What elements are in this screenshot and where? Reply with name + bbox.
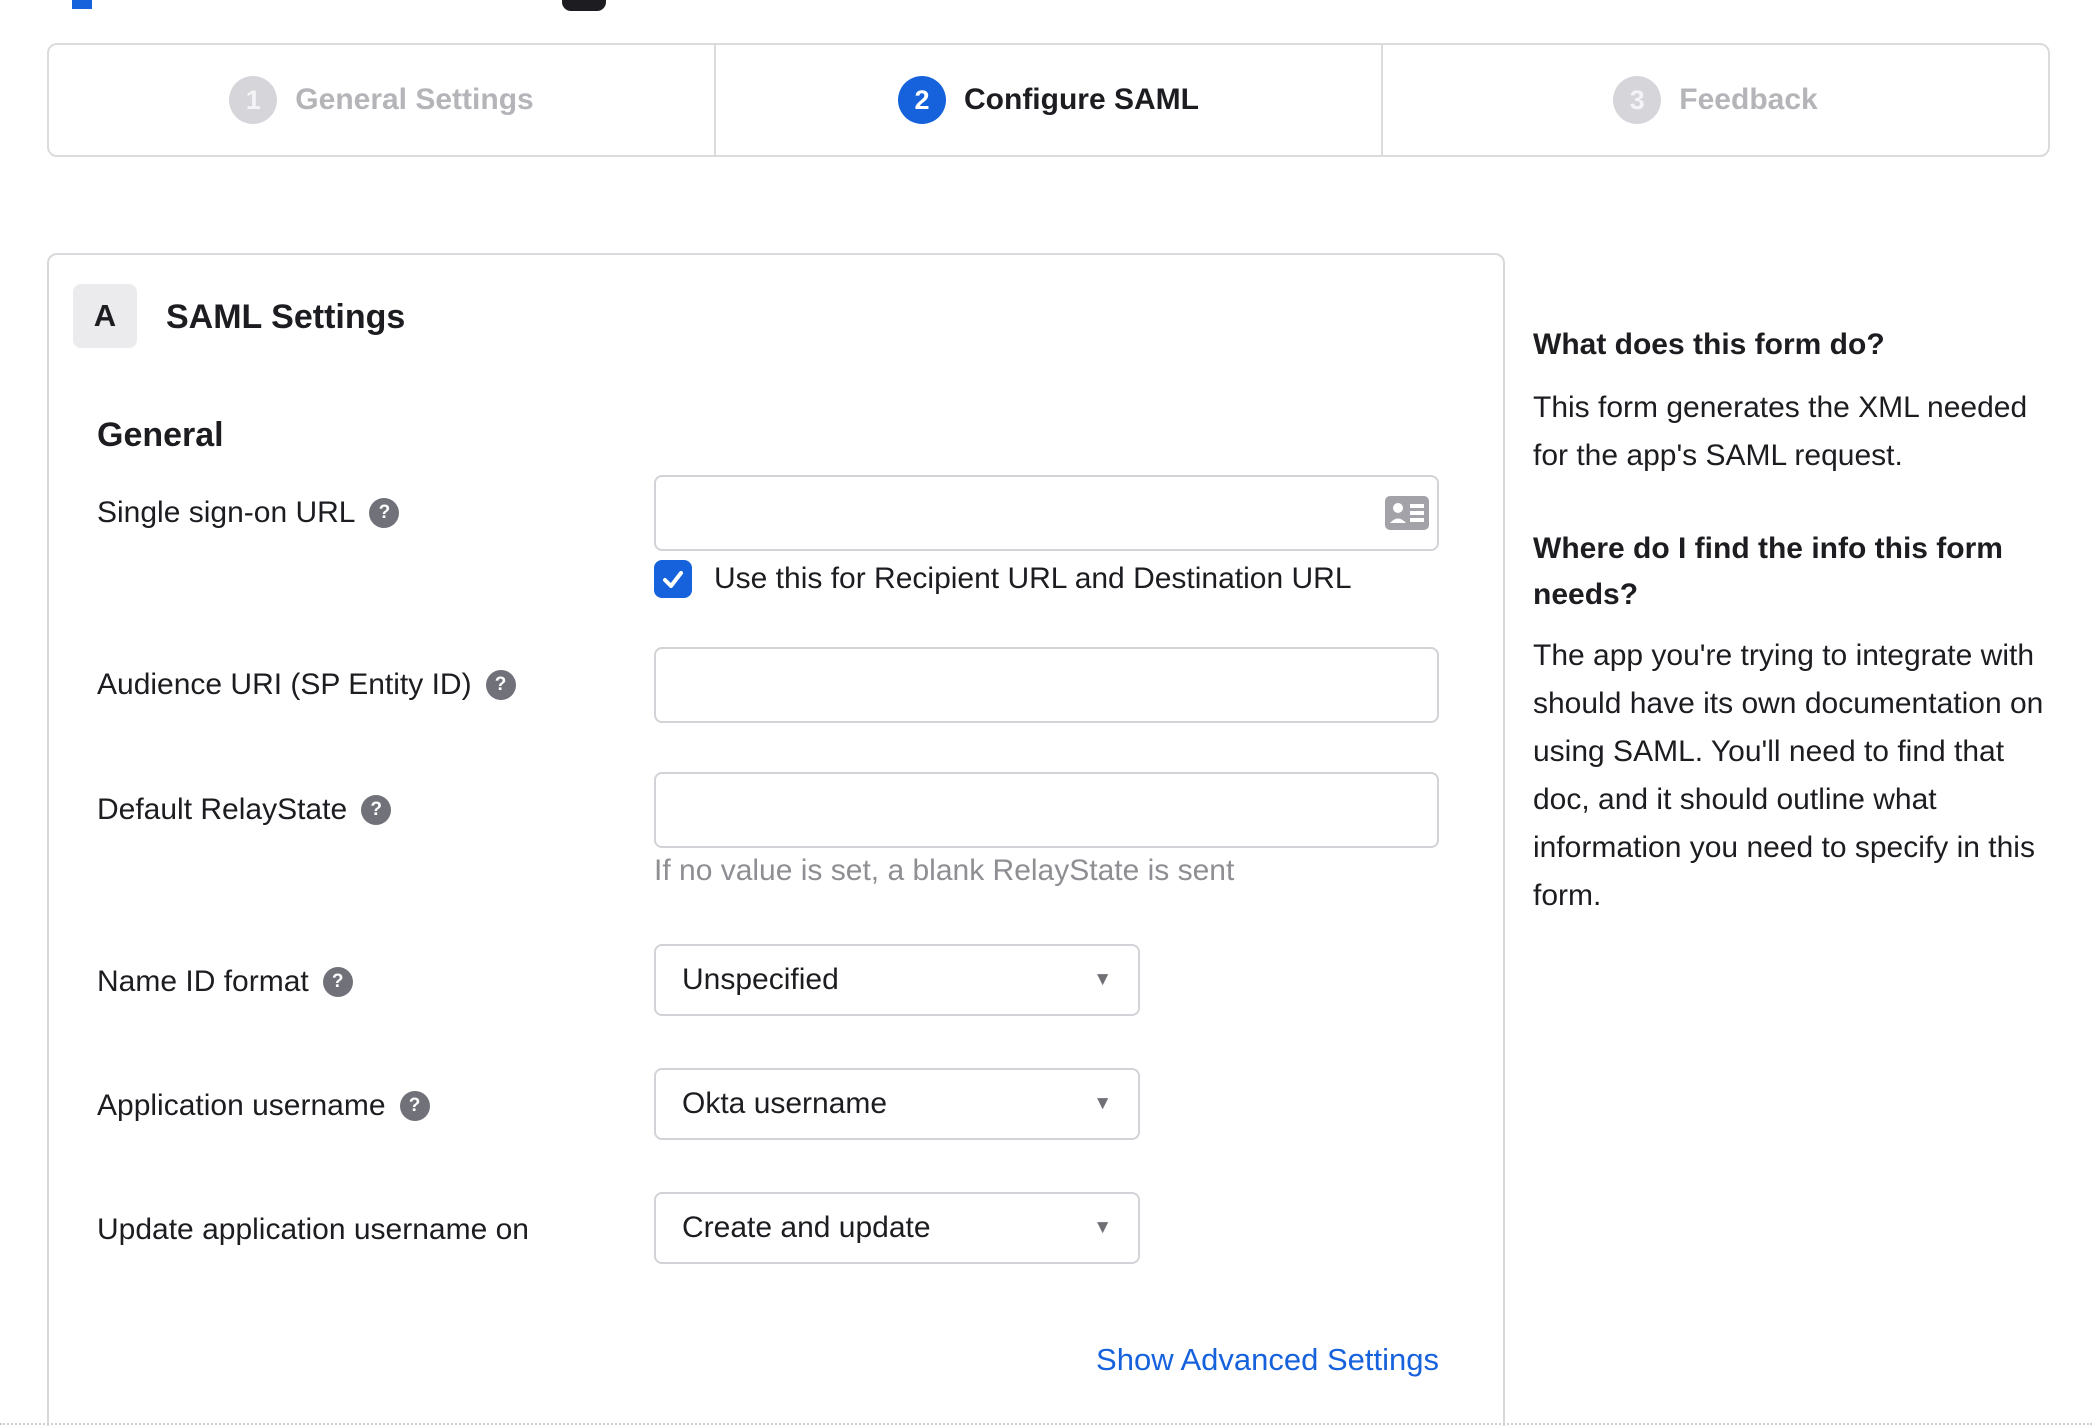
cutoff-logo-remnant	[562, 0, 606, 11]
relaystate-label: Default RelayState	[97, 793, 348, 826]
step-2-number-badge: 2	[898, 76, 946, 124]
section-title: SAML Settings	[166, 298, 406, 336]
caret-down-icon: ▼	[1093, 969, 1112, 990]
help-q1-title: What does this form do?	[1533, 328, 1885, 361]
relaystate-label-row: Default RelayState ?	[97, 792, 392, 828]
update-username-value: Create and update	[682, 1211, 931, 1244]
sso-url-input[interactable]	[654, 475, 1439, 551]
step-3-label: Feedback	[1679, 83, 1818, 116]
step-1-label: General Settings	[295, 83, 534, 116]
app-username-value: Okta username	[682, 1087, 888, 1120]
step-1-number-badge: 1	[229, 76, 278, 124]
section-a-badge: A	[73, 284, 137, 348]
audience-uri-help-icon[interactable]: ?	[485, 670, 516, 700]
audience-uri-input[interactable]	[654, 647, 1439, 723]
relaystate-help-icon[interactable]: ?	[361, 795, 392, 825]
app-username-label: Application username	[97, 1089, 386, 1122]
sso-url-label: Single sign-on URL	[97, 496, 356, 529]
relaystate-hint: If no value is set, a blank RelayState i…	[654, 854, 1235, 887]
audience-uri-label-row: Audience URI (SP Entity ID) ?	[97, 667, 516, 703]
help-sidebar: What does this form do? This form genera…	[1533, 322, 2047, 920]
wizard-stepper: 1 General Settings 2 Configure SAML 3 Fe…	[47, 43, 2050, 157]
step-configure-saml[interactable]: 2 Configure SAML	[714, 45, 1381, 155]
general-group-heading: General	[97, 416, 224, 454]
screenshot-edge-dotted-line	[0, 1423, 2092, 1425]
update-username-label-row: Update application username on	[97, 1212, 529, 1248]
app-username-help-icon[interactable]: ?	[399, 1091, 430, 1121]
recipient-url-checkbox-label: Use this for Recipient URL and Destinati…	[714, 562, 1352, 595]
step-3-number-badge: 3	[1613, 76, 1662, 124]
app-username-select[interactable]: Okta username ▼	[654, 1068, 1140, 1140]
contact-card-icon[interactable]	[1385, 496, 1429, 530]
step-feedback[interactable]: 3 Feedback	[1381, 45, 2048, 155]
app-username-label-row: Application username ?	[97, 1088, 430, 1124]
nameid-format-select[interactable]: Unspecified ▼	[654, 944, 1140, 1016]
show-advanced-settings-link[interactable]: Show Advanced Settings	[654, 1342, 1439, 1378]
sso-url-label-row: Single sign-on URL ?	[97, 495, 400, 531]
update-username-label: Update application username on	[97, 1213, 529, 1246]
nameid-format-help-icon[interactable]: ?	[322, 967, 353, 997]
sso-checkbox-row: Use this for Recipient URL and Destinati…	[654, 560, 1352, 598]
check-mark-icon	[663, 571, 683, 588]
nameid-format-label: Name ID format	[97, 965, 309, 998]
step-general-settings[interactable]: 1 General Settings	[49, 45, 714, 155]
audience-uri-label: Audience URI (SP Entity ID)	[97, 668, 472, 701]
caret-down-icon: ▼	[1093, 1093, 1112, 1114]
cutoff-blue-tab-remnant	[72, 0, 92, 9]
help-q2-title: Where do I find the info this form needs…	[1533, 532, 2003, 611]
sso-url-help-icon[interactable]: ?	[369, 498, 400, 528]
nameid-format-value: Unspecified	[682, 963, 839, 996]
relaystate-input[interactable]	[654, 772, 1439, 848]
help-q1-body: This form generates the XML needed for t…	[1533, 391, 2028, 472]
caret-down-icon: ▼	[1093, 1217, 1112, 1238]
recipient-url-checkbox[interactable]	[654, 560, 692, 598]
help-q2-body: The app you're trying to integrate with …	[1533, 639, 2044, 912]
nameid-format-label-row: Name ID format ?	[97, 964, 353, 1000]
step-2-label: Configure SAML	[964, 83, 1199, 116]
saml-settings-panel: A SAML Settings General Single sign-on U…	[47, 253, 1505, 1426]
update-username-select[interactable]: Create and update ▼	[654, 1192, 1140, 1264]
